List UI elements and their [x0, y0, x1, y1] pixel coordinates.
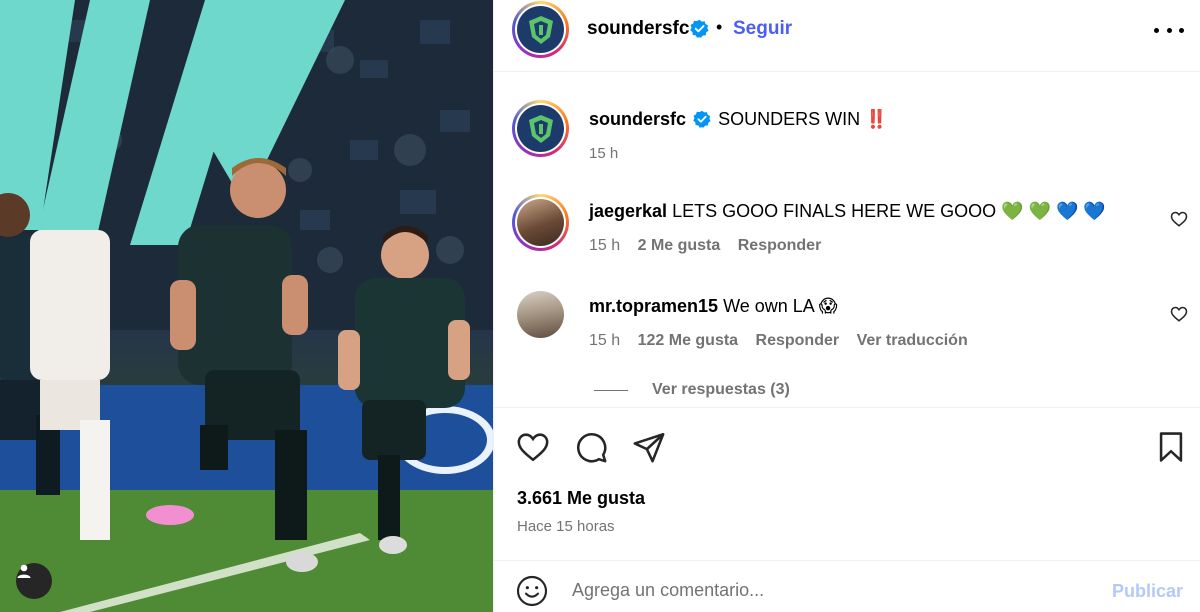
heart-icon[interactable] [1170, 305, 1188, 323]
like-count[interactable]: 3.661 Me gusta [517, 488, 645, 509]
comment-input[interactable] [572, 575, 1092, 605]
comment-2: mr.topramen15 We own LA 😱 [589, 296, 838, 317]
comment-likes[interactable]: 2 Me gusta [638, 237, 721, 254]
comment-1: jaegerkal LETS GOOO FINALS HERE WE GOOO … [589, 201, 1106, 222]
post-media[interactable] [0, 0, 493, 612]
author-avatar[interactable] [512, 1, 569, 58]
comment-meta: 15 h 2 Me gusta Responder [589, 237, 834, 255]
comment-composer: Publicar [494, 560, 1200, 612]
verified-badge-icon [690, 19, 709, 38]
caption-time: 15 h [589, 145, 619, 162]
comments-list[interactable]: soundersfc SOUNDERS WIN ‼️ 15 h jaegerka… [494, 73, 1200, 407]
view-replies-label: Ver respuestas (3) [652, 381, 790, 398]
more-options-icon[interactable] [1154, 20, 1184, 40]
bookmark-icon[interactable] [1154, 430, 1188, 464]
view-replies-button[interactable]: Ver respuestas (3) [594, 381, 790, 399]
post-timestamp[interactable]: Hace 15 horas [517, 518, 615, 535]
verified-badge-icon [693, 110, 711, 128]
post-details-panel: soundersfc • Seguir soundersfc SOUNDERS … [493, 0, 1200, 612]
comment-username[interactable]: mr.topramen15 [589, 296, 718, 316]
sounders-crest-icon [528, 15, 553, 44]
comment-username[interactable]: jaegerkal [589, 201, 667, 221]
commenter-photo [517, 199, 564, 246]
author-username[interactable]: soundersfc [587, 18, 689, 40]
post-photo [0, 0, 493, 612]
sounders-crest-icon [528, 114, 553, 143]
comment-likes[interactable]: 122 Me gusta [638, 332, 738, 349]
heart-icon[interactable] [1170, 210, 1188, 228]
smiley-icon[interactable] [516, 575, 548, 607]
translate-button[interactable]: Ver traducción [857, 332, 968, 349]
post-header: soundersfc • Seguir [494, 0, 1200, 72]
comment-meta: 15 h 122 Me gusta Responder Ver traducci… [589, 332, 981, 350]
caption-username[interactable]: soundersfc [589, 109, 686, 129]
comment-text: We own LA 😱 [723, 296, 838, 316]
comment-time[interactable]: 15 h [589, 237, 620, 254]
publish-button[interactable]: Publicar [1112, 581, 1183, 602]
comment-bubble-icon[interactable] [574, 430, 608, 464]
heart-icon[interactable] [516, 430, 550, 464]
commenter-avatar[interactable] [517, 291, 564, 338]
commenter-photo [517, 291, 564, 338]
replies-divider [594, 389, 628, 391]
separator-dot: • [716, 17, 723, 37]
caption-emoji: ‼️ [865, 109, 888, 129]
user-icon [17, 564, 31, 578]
caption: soundersfc SOUNDERS WIN ‼️ [589, 109, 888, 131]
post-actions: 3.661 Me gusta Hace 15 horas [494, 407, 1200, 547]
comment-time[interactable]: 15 h [589, 332, 620, 349]
comment-text: LETS GOOO FINALS HERE WE GOOO 💚 💚 💙 💙 [672, 201, 1106, 221]
follow-button[interactable]: Seguir [733, 18, 792, 40]
tagged-users-button[interactable] [16, 563, 52, 599]
reply-button[interactable]: Responder [756, 332, 840, 349]
caption-avatar[interactable] [512, 100, 569, 157]
reply-button[interactable]: Responder [738, 237, 822, 254]
caption-text: SOUNDERS WIN [718, 109, 861, 129]
commenter-avatar[interactable] [512, 194, 569, 251]
paper-plane-icon[interactable] [632, 430, 666, 464]
